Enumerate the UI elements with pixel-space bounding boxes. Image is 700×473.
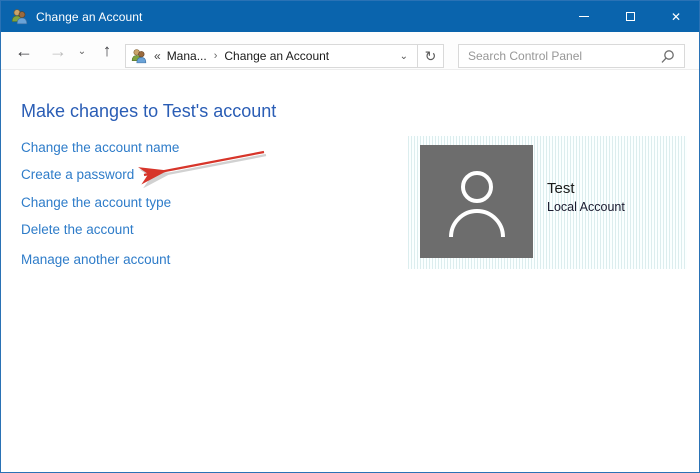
refresh-button[interactable]: ↻ — [417, 45, 443, 67]
close-icon: ✕ — [670, 9, 682, 24]
maximize-button[interactable] — [607, 1, 653, 32]
breadcrumb-separator-icon[interactable]: › — [214, 50, 218, 62]
close-button[interactable]: ✕ — [653, 1, 699, 32]
address-bar[interactable]: « Mana... › Change an Account ⌄ ↻ — [125, 44, 444, 68]
navigation-toolbar: ← → ⌄ ↑ « Mana... › Change an Account ⌄ … — [1, 32, 699, 70]
change-account-window: Change an Account ✕ ← → ⌄ ↑ « Mana... › … — [0, 0, 700, 473]
avatar — [420, 145, 533, 258]
maximize-icon — [625, 12, 635, 21]
refresh-icon: ↻ — [424, 47, 437, 64]
account-type: Local Account — [547, 200, 625, 214]
user-accounts-small-icon — [131, 49, 147, 64]
forward-icon: → — [49, 40, 67, 61]
up-button[interactable]: ↑ — [95, 32, 119, 70]
address-dropdown-icon[interactable]: ⌄ — [400, 51, 408, 62]
link-manage-another-account[interactable]: Manage another account — [21, 252, 170, 267]
search-box — [458, 44, 685, 68]
breadcrumb-parent[interactable]: Mana... — [167, 49, 207, 63]
window-title: Change an Account — [36, 9, 143, 24]
title-bar: Change an Account ✕ — [1, 1, 699, 32]
search-input[interactable] — [459, 45, 684, 67]
link-delete-account[interactable]: Delete the account — [21, 222, 134, 237]
minimize-button[interactable] — [561, 1, 607, 32]
link-change-account-name[interactable]: Change the account name — [21, 140, 179, 155]
search-icon[interactable] — [660, 49, 675, 64]
page-title: Make changes to Test's account — [21, 101, 277, 121]
user-tile: Test Local Account — [408, 136, 687, 269]
chevron-down-icon: ⌄ — [77, 45, 87, 57]
link-create-password[interactable]: Create a password — [21, 167, 134, 182]
person-icon — [448, 170, 505, 237]
account-name: Test — [547, 180, 575, 197]
minimize-icon — [579, 16, 589, 17]
user-accounts-icon — [11, 9, 28, 25]
breadcrumb-current[interactable]: Change an Account — [224, 49, 329, 63]
forward-button[interactable]: → — [45, 32, 71, 70]
up-icon: ↑ — [102, 41, 112, 60]
history-dropdown-button[interactable]: ⌄ — [74, 32, 90, 70]
breadcrumb-overflow[interactable]: « — [154, 49, 161, 63]
back-button[interactable]: ← — [11, 32, 37, 70]
back-icon: ← — [15, 40, 33, 61]
link-change-account-type[interactable]: Change the account type — [21, 195, 171, 210]
